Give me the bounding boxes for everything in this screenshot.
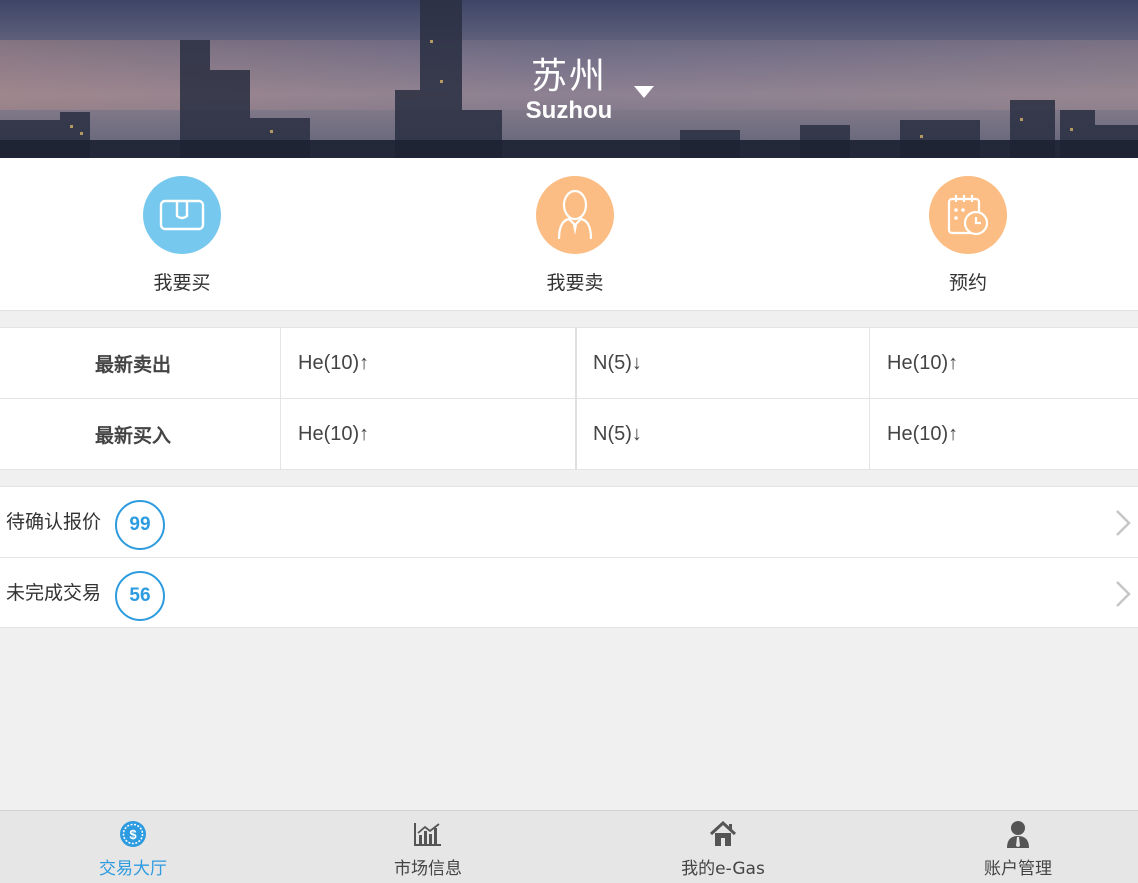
row-header-latest-buy: 最新买入: [94, 425, 171, 447]
table-row: 最新买入 He(10)↑ N(5)↓ He(10)↑: [0, 399, 1138, 470]
person-tie-icon: [536, 176, 614, 254]
table-cell: N(5)↓: [575, 399, 870, 470]
tab-label: 我的e-Gas: [681, 859, 765, 879]
wallet-icon: [143, 176, 221, 254]
table-cell: He(10)↑: [869, 399, 1138, 470]
dollar-coin-icon: $: [118, 819, 148, 849]
tab-label: 交易大厅: [99, 859, 167, 879]
caret-down-icon[interactable]: [634, 86, 654, 98]
chevron-right-icon: [1116, 581, 1131, 607]
count-badge: 56: [115, 571, 165, 621]
sell-label: 我要卖: [546, 272, 604, 294]
table-cell: He(10)↑: [280, 399, 575, 470]
table-cell: He(10)↑: [280, 328, 575, 399]
action-row: 我要买 我要卖 预约: [0, 158, 1138, 311]
status-list: 待确认报价 99 未完成交易 56: [0, 486, 1138, 628]
user-icon: [1003, 819, 1033, 849]
list-item-label: 待确认报价: [6, 511, 102, 533]
count-badge: 99: [115, 500, 165, 550]
chevron-right-icon: [1116, 510, 1131, 536]
list-item-pending-quotes[interactable]: 待确认报价 99: [0, 487, 1138, 558]
tab-trading-hall[interactable]: $ 交易大厅: [23, 811, 243, 883]
bar-chart-icon: [413, 819, 443, 849]
tab-market-info[interactable]: 市场信息: [318, 811, 538, 883]
list-item-unfinished-trades[interactable]: 未完成交易 56: [0, 558, 1138, 629]
reserve-button[interactable]: 预约: [908, 176, 1028, 295]
city-name-en: Suzhou: [525, 97, 613, 124]
sell-button[interactable]: 我要卖: [515, 176, 635, 295]
buy-label: 我要买: [153, 272, 211, 294]
home-icon: [708, 819, 738, 849]
city-name-cn: 苏州: [530, 56, 607, 97]
city-header: 苏州 Suzhou: [0, 0, 1138, 158]
table-cell: N(5)↓: [575, 328, 870, 399]
tab-label: 市场信息: [394, 859, 462, 879]
svg-text:$: $: [129, 827, 137, 842]
tab-account-management[interactable]: 账户管理: [908, 811, 1128, 883]
tab-label: 账户管理: [984, 859, 1052, 879]
table-row: 最新卖出 He(10)↑ N(5)↓ He(10)↑: [0, 328, 1138, 399]
list-item-label: 未完成交易: [6, 582, 102, 604]
tab-my-egas[interactable]: 我的e-Gas: [613, 811, 833, 883]
city-selector[interactable]: 苏州 Suzhou: [0, 56, 1138, 124]
table-cell: He(10)↑: [869, 328, 1138, 399]
bottom-tab-bar: $ 交易大厅 市场信息 我的e-Gas 账户管理: [0, 810, 1138, 883]
buy-button[interactable]: 我要买: [122, 176, 242, 295]
reserve-label: 预约: [948, 272, 987, 294]
calendar-clock-icon: [929, 176, 1007, 254]
latest-trades-table: 最新卖出 He(10)↑ N(5)↓ He(10)↑ 最新买入 He(10)↑ …: [0, 327, 1138, 470]
row-header-latest-sell: 最新卖出: [94, 354, 171, 376]
